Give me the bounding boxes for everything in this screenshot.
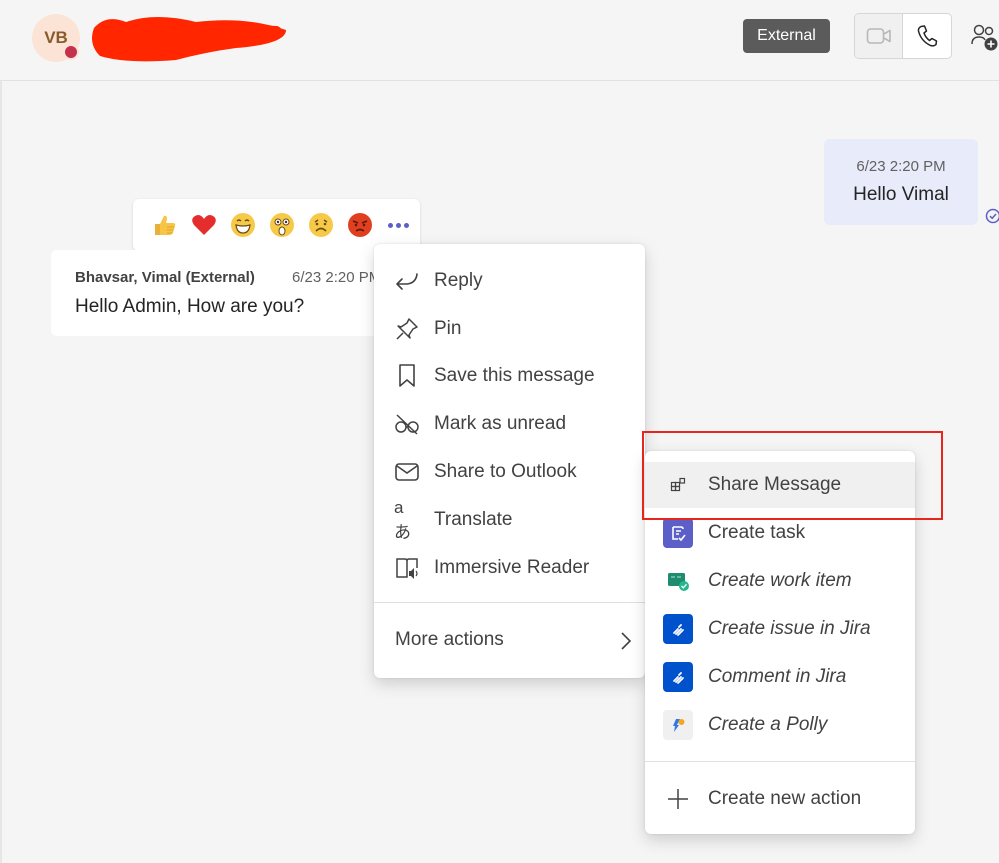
- surprised-emoji-icon: [269, 212, 295, 238]
- menu-item-more-actions[interactable]: More actions: [374, 618, 645, 662]
- chat-header: VB External: [0, 0, 999, 81]
- add-people-button[interactable]: [970, 22, 999, 52]
- audio-call-button[interactable]: [903, 14, 951, 58]
- more-options-icon: [388, 223, 409, 228]
- phone-icon: [916, 24, 938, 48]
- sent-message-text: Hello Vimal: [824, 184, 978, 206]
- presence-busy-indicator: [63, 44, 79, 60]
- thumbs-up-icon: [152, 213, 178, 237]
- share-message-icon: [663, 470, 693, 500]
- menu-item-label: Mark as unread: [434, 413, 566, 435]
- menu-item-label: Translate: [434, 509, 513, 531]
- submenu-item-share-message[interactable]: Share Message: [645, 462, 915, 508]
- submenu-item-label: Create issue in Jira: [708, 618, 871, 640]
- menu-item-save[interactable]: Save this message: [374, 354, 645, 398]
- jira-icon: [663, 614, 693, 644]
- submenu-item-label: Create new action: [708, 788, 861, 810]
- chevron-right-icon: [619, 630, 633, 652]
- menu-item-label: Immersive Reader: [434, 557, 589, 579]
- submenu-item-create-task[interactable]: Create task: [645, 510, 915, 556]
- translate-icon: aあ: [394, 507, 420, 533]
- avatar-initials: VB: [44, 28, 68, 48]
- angry-emoji-icon: [347, 212, 373, 238]
- submenu-item-create-polly[interactable]: Create a Polly: [645, 702, 915, 748]
- video-camera-icon: [866, 26, 892, 46]
- reaction-surprised-button[interactable]: [262, 210, 301, 240]
- menu-item-label: Reply: [434, 270, 483, 292]
- menu-item-reply[interactable]: Reply: [374, 259, 645, 303]
- external-badge: External: [743, 19, 830, 53]
- sent-message[interactable]: 6/23 2:20 PM Hello Vimal: [824, 139, 978, 225]
- mail-icon: [394, 459, 420, 485]
- submenu-item-label: Share Message: [708, 474, 841, 496]
- reaction-laugh-button[interactable]: [223, 210, 262, 240]
- sent-message-time: 6/23 2:20 PM: [824, 158, 978, 175]
- reply-icon: [394, 268, 420, 294]
- call-button-group: [854, 13, 952, 59]
- message-context-menu: Reply Pin Save this message Mark as unre…: [374, 244, 645, 678]
- menu-item-label: Save this message: [434, 365, 595, 387]
- more-options-button[interactable]: [379, 210, 418, 240]
- heart-icon: [191, 213, 217, 237]
- more-actions-submenu: Share Message Create task Create work it…: [645, 451, 915, 834]
- video-call-button[interactable]: [855, 14, 903, 58]
- read-check-icon: [985, 208, 999, 224]
- menu-item-label: Share to Outlook: [434, 461, 577, 483]
- reaction-bar: [133, 199, 420, 251]
- submenu-item-comment-jira[interactable]: Comment in Jira: [645, 654, 915, 700]
- submenu-item-label: Create work item: [708, 570, 852, 592]
- received-message-time: 6/23 2:20 PM: [292, 269, 381, 286]
- tasks-app-icon: [663, 518, 693, 548]
- received-message-text: Hello Admin, How are you?: [75, 296, 304, 318]
- redacted-contact-name: [86, 8, 292, 66]
- jira-icon: [663, 662, 693, 692]
- menu-divider: [374, 602, 645, 603]
- sad-emoji-icon: [308, 212, 334, 238]
- work-item-app-icon: [663, 566, 693, 596]
- submenu-item-create-new-action[interactable]: Create new action: [645, 776, 915, 822]
- menu-item-share-outlook[interactable]: Share to Outlook: [374, 450, 645, 494]
- menu-item-label: Pin: [434, 318, 461, 340]
- menu-item-translate[interactable]: aあ Translate: [374, 498, 645, 542]
- bookmark-icon: [394, 363, 420, 389]
- menu-item-pin[interactable]: Pin: [374, 307, 645, 351]
- menu-item-immersive-reader[interactable]: Immersive Reader: [374, 546, 645, 590]
- window-edge: [0, 0, 2, 863]
- reaction-sad-button[interactable]: [301, 210, 340, 240]
- message-sender: Bhavsar, Vimal (External): [75, 269, 255, 286]
- external-badge-label: External: [757, 27, 816, 45]
- reaction-angry-button[interactable]: [340, 210, 379, 240]
- plus-icon: [663, 784, 693, 814]
- immersive-reader-icon: [394, 555, 420, 581]
- mark-unread-icon: [394, 411, 420, 437]
- submenu-item-create-jira-issue[interactable]: Create issue in Jira: [645, 606, 915, 652]
- pin-icon: [394, 316, 420, 342]
- people-add-icon: [970, 22, 999, 52]
- submenu-item-label: Create task: [708, 522, 805, 544]
- submenu-item-label: Comment in Jira: [708, 666, 846, 688]
- reaction-heart-button[interactable]: [184, 210, 223, 240]
- polly-icon: [663, 710, 693, 740]
- submenu-item-create-work-item[interactable]: Create work item: [645, 558, 915, 604]
- submenu-divider: [645, 761, 915, 762]
- reaction-like-button[interactable]: [145, 210, 184, 240]
- menu-item-label: More actions: [395, 629, 504, 651]
- submenu-item-label: Create a Polly: [708, 714, 827, 736]
- laugh-emoji-icon: [230, 212, 256, 238]
- received-message[interactable]: Bhavsar, Vimal (External) 6/23 2:20 PM H…: [51, 250, 391, 336]
- menu-item-mark-unread[interactable]: Mark as unread: [374, 402, 645, 446]
